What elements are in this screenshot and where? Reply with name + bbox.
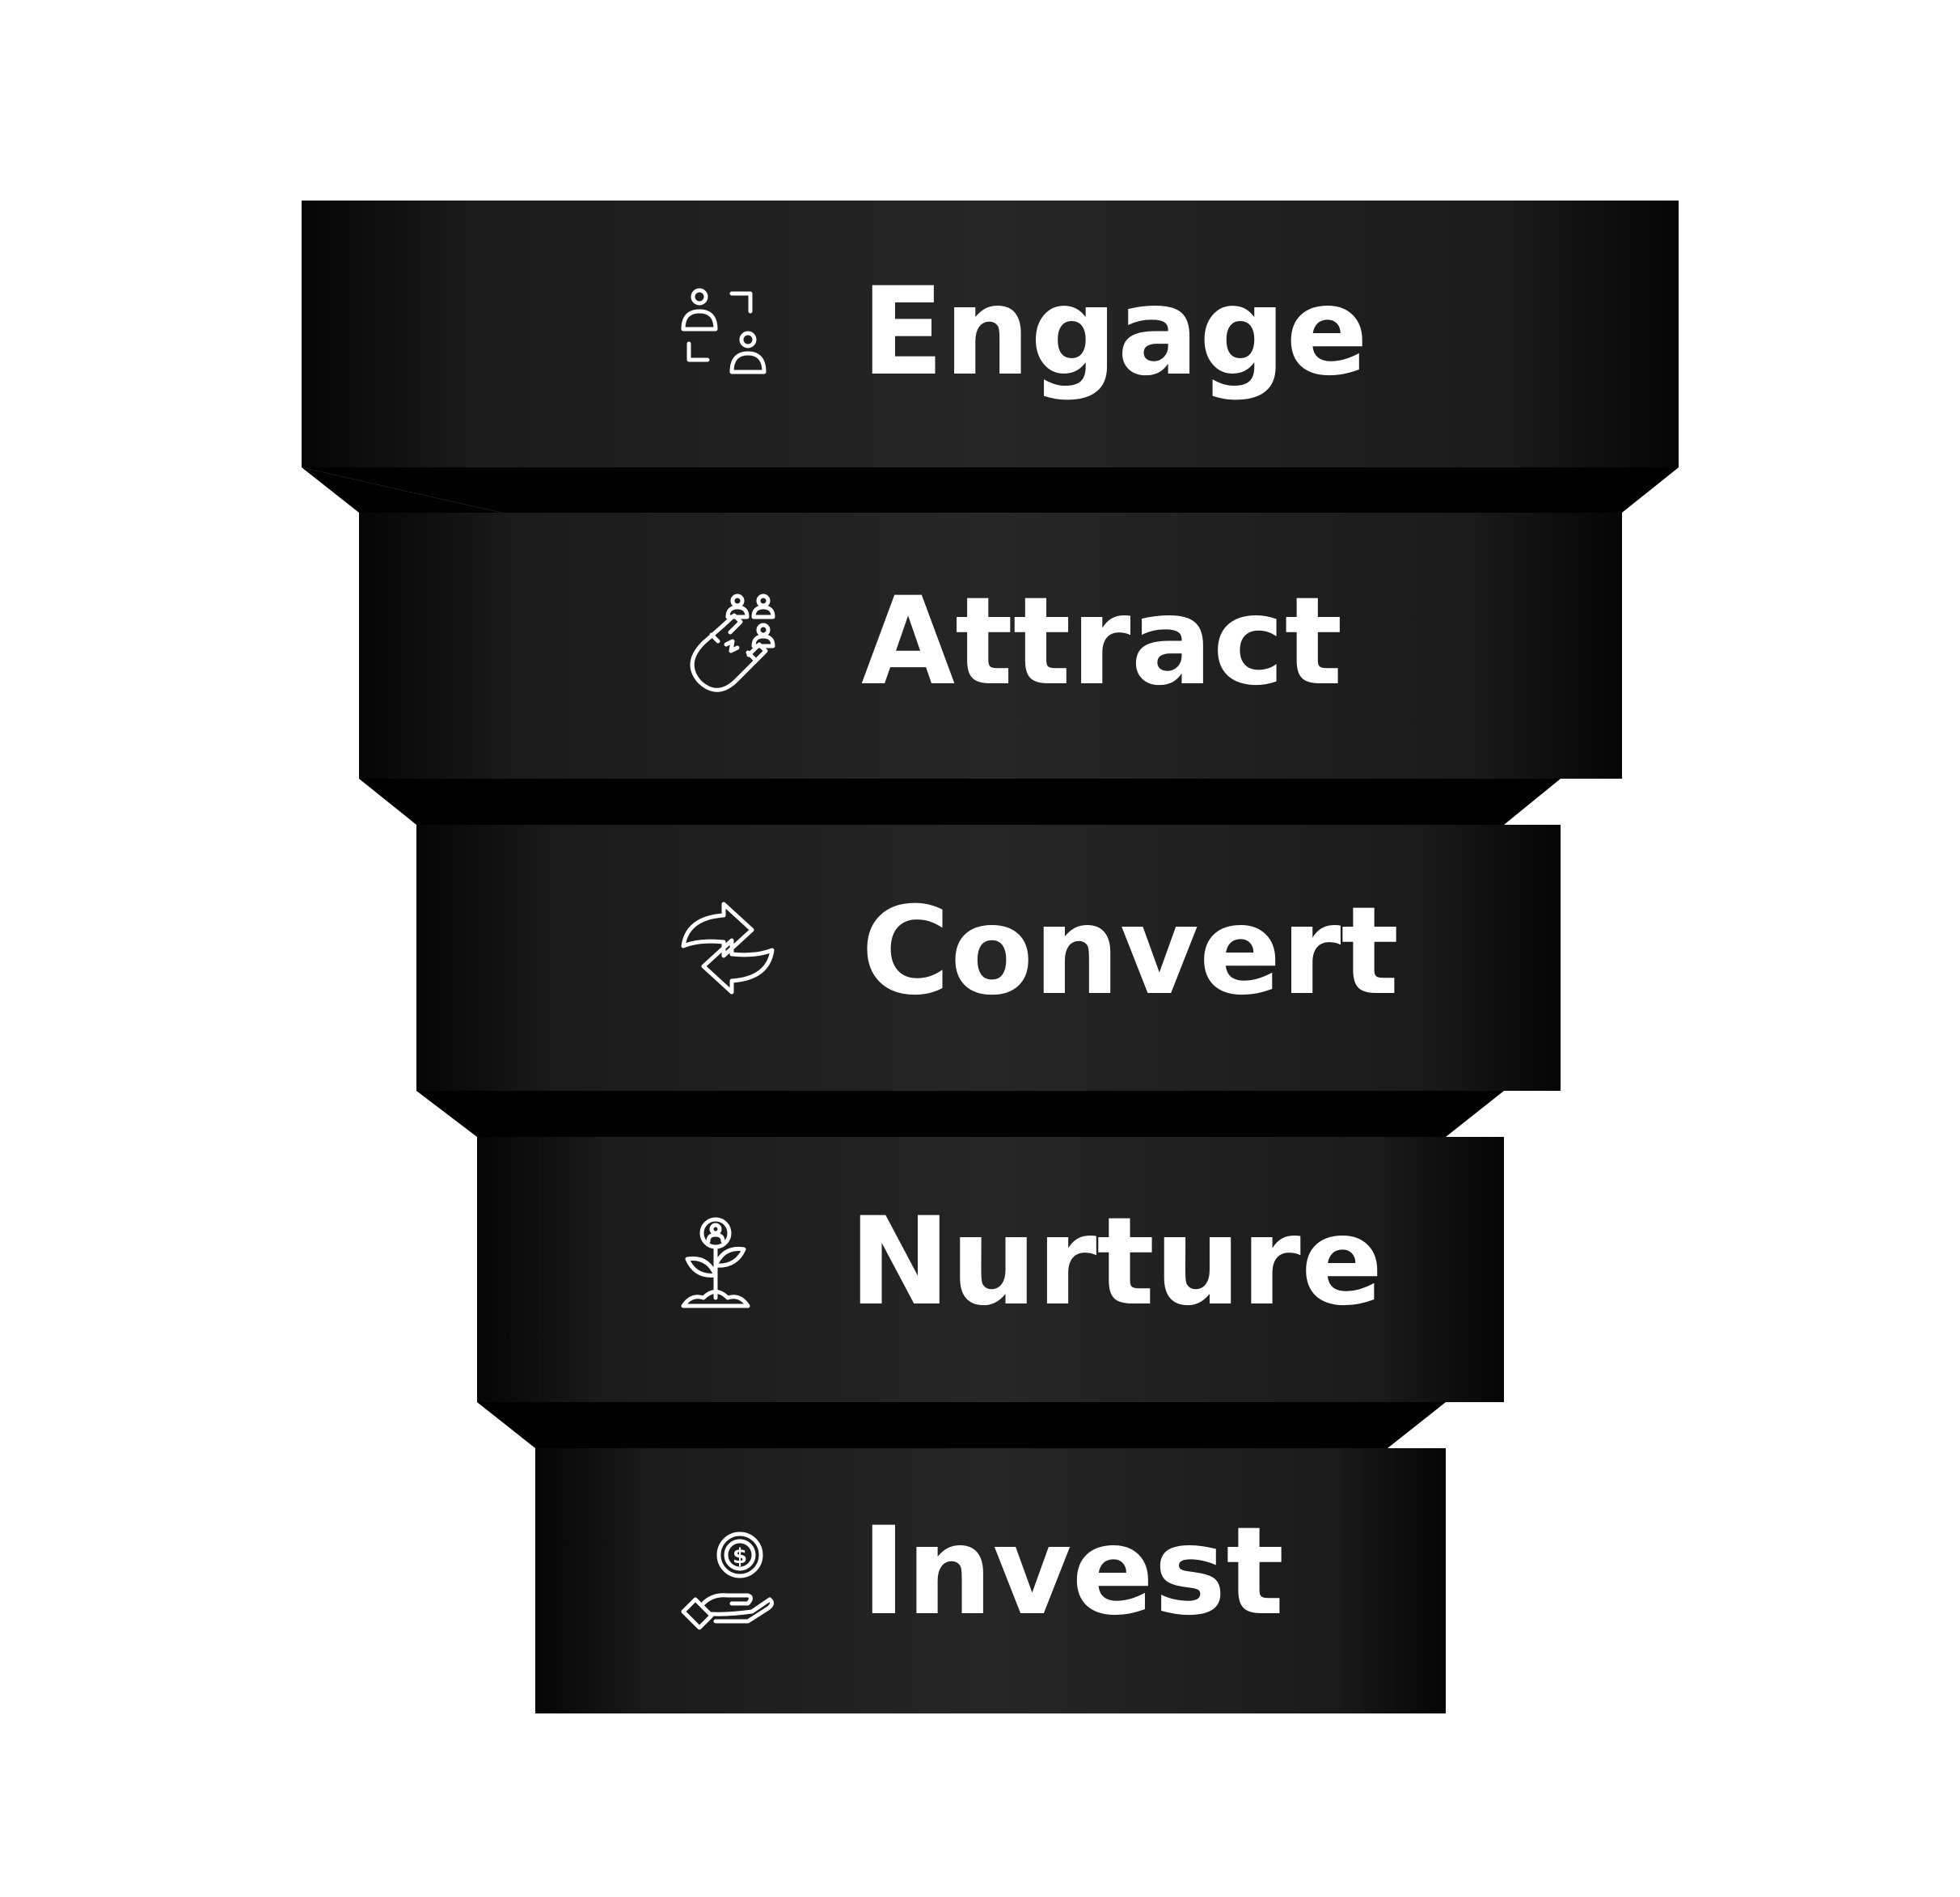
connector-4 — [477, 1402, 1446, 1448]
stage-label-nurture: Nurture — [849, 1192, 1383, 1333]
stage-label-convert: Convert — [861, 881, 1399, 1022]
funnel-diagram: Engage Attract Convert Nurture $ Invest — [302, 201, 1679, 1713]
stage-label-invest: Invest — [861, 1502, 1284, 1642]
stage-label-engage: Engage — [861, 262, 1368, 403]
connector-3 — [416, 1091, 1504, 1137]
connector-2 — [359, 779, 1561, 825]
stage-label-attract: Attract — [861, 572, 1342, 712]
svg-text:$: $ — [733, 1544, 747, 1569]
